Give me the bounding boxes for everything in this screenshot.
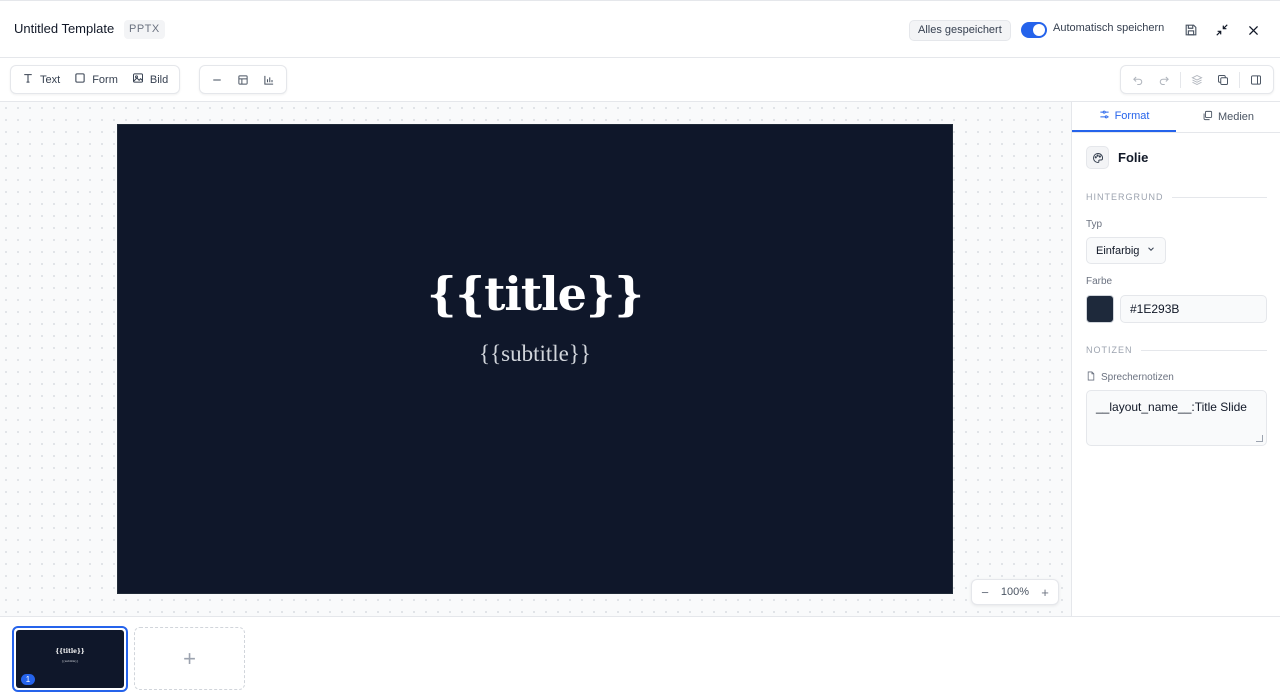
editor-toolbar: Text Form Bild (0, 58, 1280, 102)
zoom-in-button[interactable]: + (1038, 585, 1052, 600)
notes-section-label: NOTIZEN (1086, 345, 1267, 355)
chart-icon[interactable] (256, 68, 282, 91)
square-icon (74, 72, 86, 87)
media-icon (1202, 110, 1213, 124)
line-icon[interactable] (204, 68, 230, 91)
layers-icon[interactable] (1184, 68, 1210, 91)
autosave-label: Automatisch speichern (1053, 22, 1165, 34)
slide-strip: {{title}} {{subtitle}} 1 + (0, 616, 1280, 700)
background-section-label: HINTERGRUND (1086, 192, 1267, 202)
tab-media-label: Medien (1217, 111, 1255, 123)
color-swatch[interactable] (1086, 295, 1114, 323)
table-icon[interactable] (230, 68, 256, 91)
slide-subtitle-placeholder[interactable]: {{subtitle}} (479, 341, 591, 367)
resize-handle[interactable] (1256, 435, 1263, 442)
tab-format-label: Format (1114, 110, 1150, 122)
speaker-notes-textarea[interactable]: __layout_name__:Title Slide (1086, 390, 1267, 446)
background-type-value: Einfarbig (1096, 244, 1140, 257)
zoom-out-button[interactable]: − (978, 585, 992, 600)
zoom-level: 100% (1000, 586, 1030, 598)
edit-group (1120, 65, 1274, 94)
tab-format[interactable]: Format (1072, 102, 1176, 132)
sliders-icon (1099, 109, 1110, 123)
insert-shape-button[interactable]: Form (67, 68, 125, 91)
chevron-down-icon (1146, 244, 1156, 257)
document-title[interactable]: Untitled Template (14, 21, 114, 36)
slide-title-placeholder[interactable]: {{title}} (427, 267, 644, 321)
panel-tabs: Format Medien (1072, 102, 1280, 133)
insert-group: Text Form Bild (10, 65, 181, 94)
speaker-notes-value: __layout_name__:Title Slide (1096, 400, 1247, 414)
collapse-icon[interactable] (1211, 19, 1233, 41)
slide-thumbnail[interactable]: {{title}} {{subtitle}} 1 (12, 626, 128, 692)
panel-title: Folie (1118, 150, 1149, 165)
thumbnail-subtitle: {{subtitle}} (61, 659, 79, 663)
text-icon (22, 72, 34, 87)
tab-media[interactable]: Medien (1176, 102, 1280, 132)
speaker-notes-label-text: Sprechernotizen (1101, 372, 1174, 383)
background-type-select[interactable]: Einfarbig (1086, 237, 1166, 264)
insert-text-label: Text (40, 73, 61, 86)
document-icon (1086, 371, 1096, 384)
insert-image-button[interactable]: Bild (125, 68, 175, 91)
autosave-toggle[interactable] (1021, 22, 1047, 38)
format-badge: PPTX (124, 20, 165, 39)
properties-panel: Format Medien Folie HINTERGRUND Typ Einf… (1071, 102, 1280, 616)
toolbar-divider (1239, 71, 1240, 88)
save-status-badge: Alles gespeichert (909, 20, 1011, 41)
slide[interactable]: {{title}} {{subtitle}} (117, 124, 953, 594)
panel-header: Folie (1086, 146, 1148, 169)
color-label: Farbe (1086, 276, 1113, 287)
type-label: Typ (1086, 219, 1103, 230)
panel-toggle-icon[interactable] (1243, 68, 1269, 91)
palette-icon (1086, 146, 1109, 169)
insert-image-label: Bild (149, 73, 169, 86)
slide-thumbnail-preview: {{title}} {{subtitle}} 1 (16, 630, 124, 688)
redo-icon[interactable] (1151, 68, 1177, 91)
thumbnail-title: {{title}} (55, 648, 85, 655)
undo-icon[interactable] (1125, 68, 1151, 91)
add-slide-button[interactable]: + (134, 627, 245, 690)
slide-canvas[interactable]: {{title}} {{subtitle}} − 100% + (0, 102, 1071, 616)
slide-number-badge: 1 (21, 674, 35, 685)
zoom-control: − 100% + (971, 579, 1059, 605)
insert-text-button[interactable]: Text (15, 68, 67, 91)
app-header: Untitled Template PPTX Alles gespeichert… (0, 0, 1280, 58)
image-icon (132, 72, 144, 87)
insert-shape-label: Form (92, 73, 118, 86)
duplicate-icon[interactable] (1210, 68, 1236, 91)
save-icon[interactable] (1180, 19, 1202, 41)
toolbar-divider (1180, 71, 1181, 88)
insert-extra-group (199, 65, 287, 94)
close-icon[interactable] (1242, 19, 1264, 41)
color-hex-input[interactable] (1120, 295, 1267, 323)
speaker-notes-label: Sprechernotizen (1086, 371, 1174, 384)
